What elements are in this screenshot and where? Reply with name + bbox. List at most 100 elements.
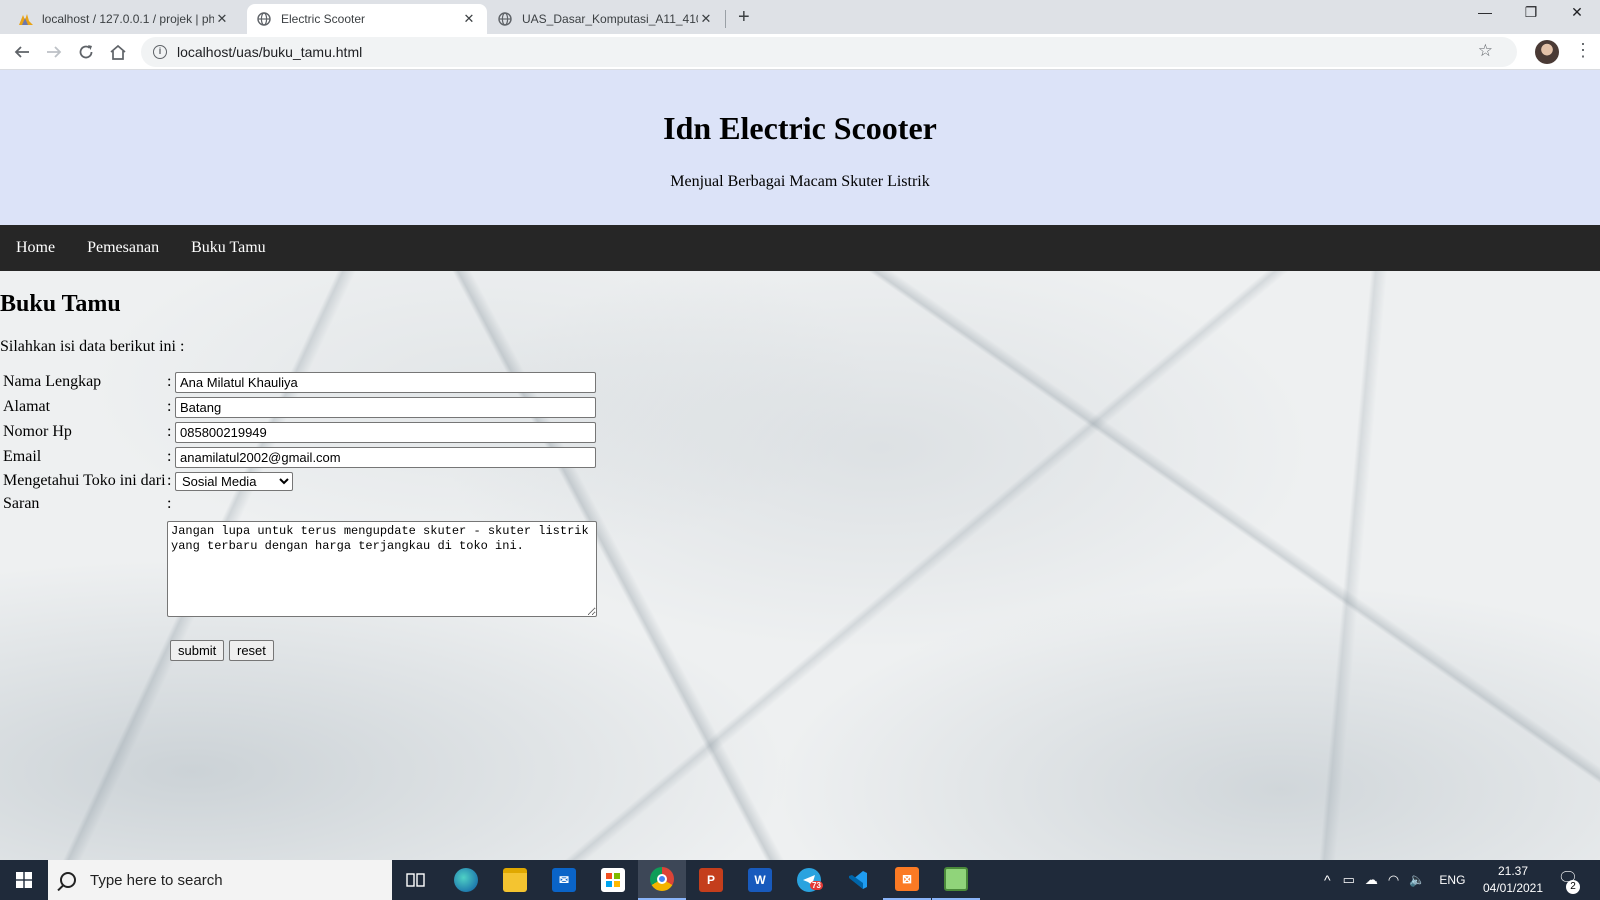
vscode-button[interactable] [834,860,882,900]
form-row-email: Email : [3,446,596,468]
notepadpp-button[interactable] [932,860,980,900]
reload-icon[interactable] [74,40,98,64]
field-label: Mengetahui Toko ini dari [3,472,166,489]
field-label: Nomor Hp [3,423,72,440]
tab-electric-scooter[interactable]: Electric Scooter ✕ [247,4,487,34]
nav-buku-tamu[interactable]: Buku Tamu [191,239,266,257]
field-label: Saran [3,495,40,512]
tab-title: Electric Scooter [281,12,366,26]
tab-close-icon[interactable]: ✕ [214,11,230,27]
powerpoint-button[interactable]: P [687,860,735,900]
browser-menu-icon[interactable]: ⋮ [1574,40,1592,61]
browser-toolbar: i localhost/uas/buku_tamu.html ☆ [0,34,1600,70]
web-page: Idn Electric Scooter Menjual Berbagai Ma… [0,70,1600,860]
windows-logo-icon [16,872,32,888]
field-colon: : [167,495,172,512]
form-row-nama: Nama Lengkap : [3,371,596,393]
tab-close-icon[interactable]: ✕ [698,11,714,27]
tab-uas-dasar-komputasi[interactable]: UAS_Dasar_Komputasi_A11_4106 ✕ [488,4,724,34]
powerpoint-icon: P [699,868,723,892]
nav-pemesanan[interactable]: Pemesanan [87,239,159,257]
telegram-button[interactable]: 73 [785,860,833,900]
url-text: localhost/uas/buku_tamu.html [177,44,363,60]
start-button[interactable] [0,860,48,900]
form-row-hp: Nomor Hp : [3,421,596,443]
file-explorer-icon [503,868,527,892]
form-row-sumber: Mengetahui Toko ini dari : Sosial Media [3,470,293,492]
wifi-icon[interactable]: ◠ [1388,872,1399,888]
forward-icon[interactable] [42,40,66,64]
submit-button[interactable]: submit [170,640,225,661]
browser-tab-strip: localhost / 127.0.0.1 / projek | ph ✕ El… [0,0,1600,34]
task-view-button[interactable] [392,860,440,900]
store-button[interactable] [589,860,637,900]
saran-textarea[interactable]: Jangan lupa untuk terus mengupdate skute… [167,521,597,617]
search-placeholder: Type here to search [90,871,223,889]
new-tab-button[interactable]: + [738,6,750,29]
bookmark-star-icon[interactable]: ☆ [1478,41,1493,61]
back-icon[interactable] [10,40,34,64]
field-colon: : [167,423,172,440]
chrome-icon [650,867,674,891]
clock-time: 21.37 [1497,864,1529,878]
word-button[interactable]: W [736,860,784,900]
notepadpp-icon [944,867,968,891]
address-bar[interactable]: i localhost/uas/buku_tamu.html ☆ [141,37,1517,67]
onedrive-icon[interactable]: ☁ [1365,872,1378,888]
volume-icon[interactable]: 🔈 [1409,872,1425,888]
nomor-hp-input[interactable] [175,421,596,443]
battery-icon[interactable]: ▭ [1343,872,1355,888]
field-label: Nama Lengkap [3,373,102,390]
telegram-badge: 73 [810,881,823,890]
profile-avatar[interactable] [1535,40,1559,64]
sumber-info-select[interactable]: Sosial Media [175,471,293,491]
mail-button[interactable]: ✉ [540,860,588,900]
nama-lengkap-input[interactable] [175,371,596,393]
system-tray: ^ ▭ ☁ ◠ 🔈 ENG [1324,860,1465,900]
form-row-saran: Saran : [3,493,175,515]
intro-text: Silahkan isi data berikut ini : [0,338,185,355]
phpmyadmin-icon [18,12,33,26]
xampp-icon: ⊠ [895,867,919,891]
page-title: Buku Tamu [0,291,121,317]
telegram-icon: 73 [797,868,823,892]
field-colon: : [167,398,172,415]
edge-button[interactable] [442,860,490,900]
site-info-icon[interactable]: i [153,45,167,59]
close-window-button[interactable]: ✕ [1554,4,1600,21]
field-label: Email [3,448,42,465]
site-title: Idn Electric Scooter [663,110,937,146]
alamat-input[interactable] [175,396,596,418]
store-icon [601,868,625,892]
reset-button[interactable]: reset [229,640,274,661]
file-explorer-button[interactable] [491,860,539,900]
vscode-icon [846,868,870,892]
taskbar-search[interactable]: Type here to search [48,860,392,900]
clock-date: 04/01/2021 [1482,881,1544,895]
site-navbar: Home Pemesanan Buku Tamu [0,225,1600,271]
chevron-up-icon[interactable]: ^ [1324,872,1331,888]
form-row-alamat: Alamat : [3,396,596,418]
xampp-button[interactable]: ⊠ [883,860,931,900]
taskbar-clock[interactable]: 21.37 04/01/2021 [1478,863,1548,897]
tab-close-icon[interactable]: ✕ [461,11,477,27]
field-colon: : [167,373,172,390]
minimize-button[interactable]: — [1462,4,1508,20]
email-input[interactable] [175,446,596,468]
task-view-icon [406,873,425,887]
globe-icon [498,12,512,26]
chrome-button[interactable] [638,860,686,900]
restore-button[interactable]: ❐ [1508,4,1554,21]
home-icon[interactable] [106,40,130,64]
notification-count: 2 [1566,880,1580,894]
globe-icon [257,12,271,26]
tab-phpmyadmin[interactable]: localhost / 127.0.0.1 / projek | ph ✕ [8,4,240,34]
tab-title: UAS_Dasar_Komputasi_A11_4106 [522,12,698,26]
edge-icon [454,868,478,892]
site-tagline: Menjual Berbagai Macam Skuter Listrik [670,173,930,190]
nav-home[interactable]: Home [16,239,55,257]
site-header: Idn Electric Scooter Menjual Berbagai Ma… [0,70,1600,225]
language-indicator[interactable]: ENG [1439,873,1465,887]
field-colon: : [167,448,172,465]
tab-title: localhost / 127.0.0.1 / projek | ph [42,12,214,26]
